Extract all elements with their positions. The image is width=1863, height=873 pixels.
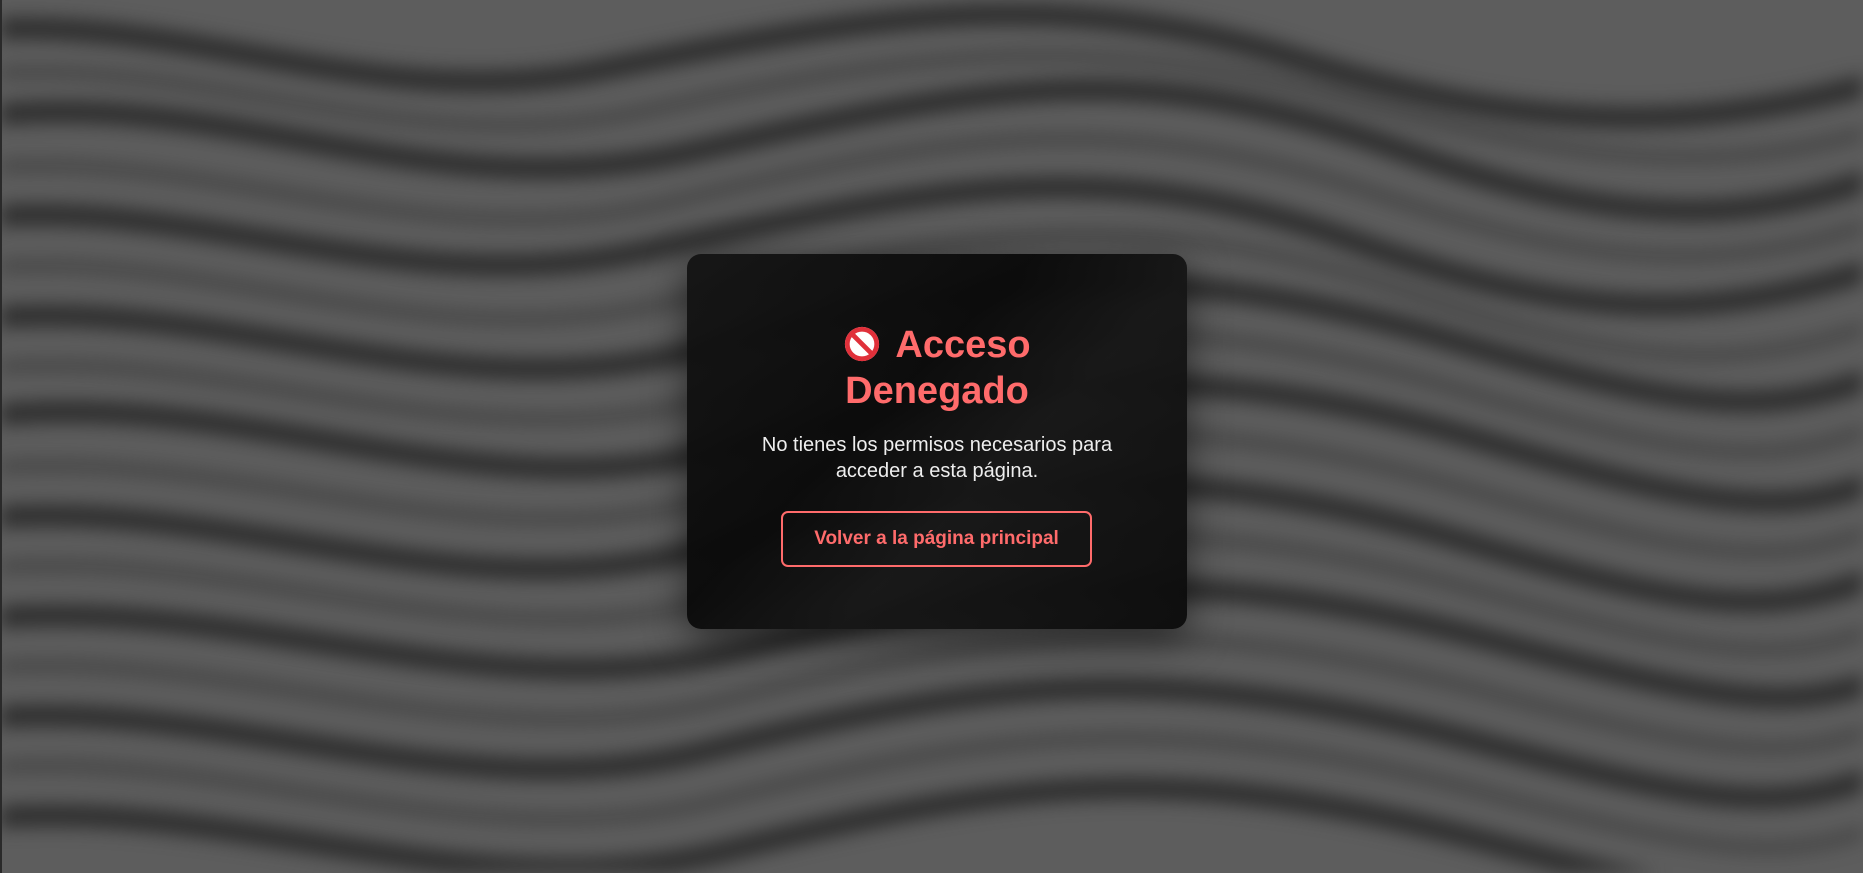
- back-to-home-button[interactable]: Volver a la página principal: [781, 511, 1092, 567]
- dialog-title-line-1: Acceso: [687, 322, 1187, 368]
- dialog-message: No tienes los permisos necesarios para a…: [761, 434, 1113, 482]
- access-denied-dialog: Acceso Denegado No tienes los permisos n…: [687, 254, 1187, 629]
- no-entry-icon: [845, 326, 880, 362]
- dialog-title-line-2: Denegado: [845, 370, 1029, 412]
- dialog-title-text-1: Acceso: [895, 324, 1031, 366]
- window-edge: [0, 0, 2, 873]
- dialog-title: Acceso Denegado: [687, 322, 1187, 414]
